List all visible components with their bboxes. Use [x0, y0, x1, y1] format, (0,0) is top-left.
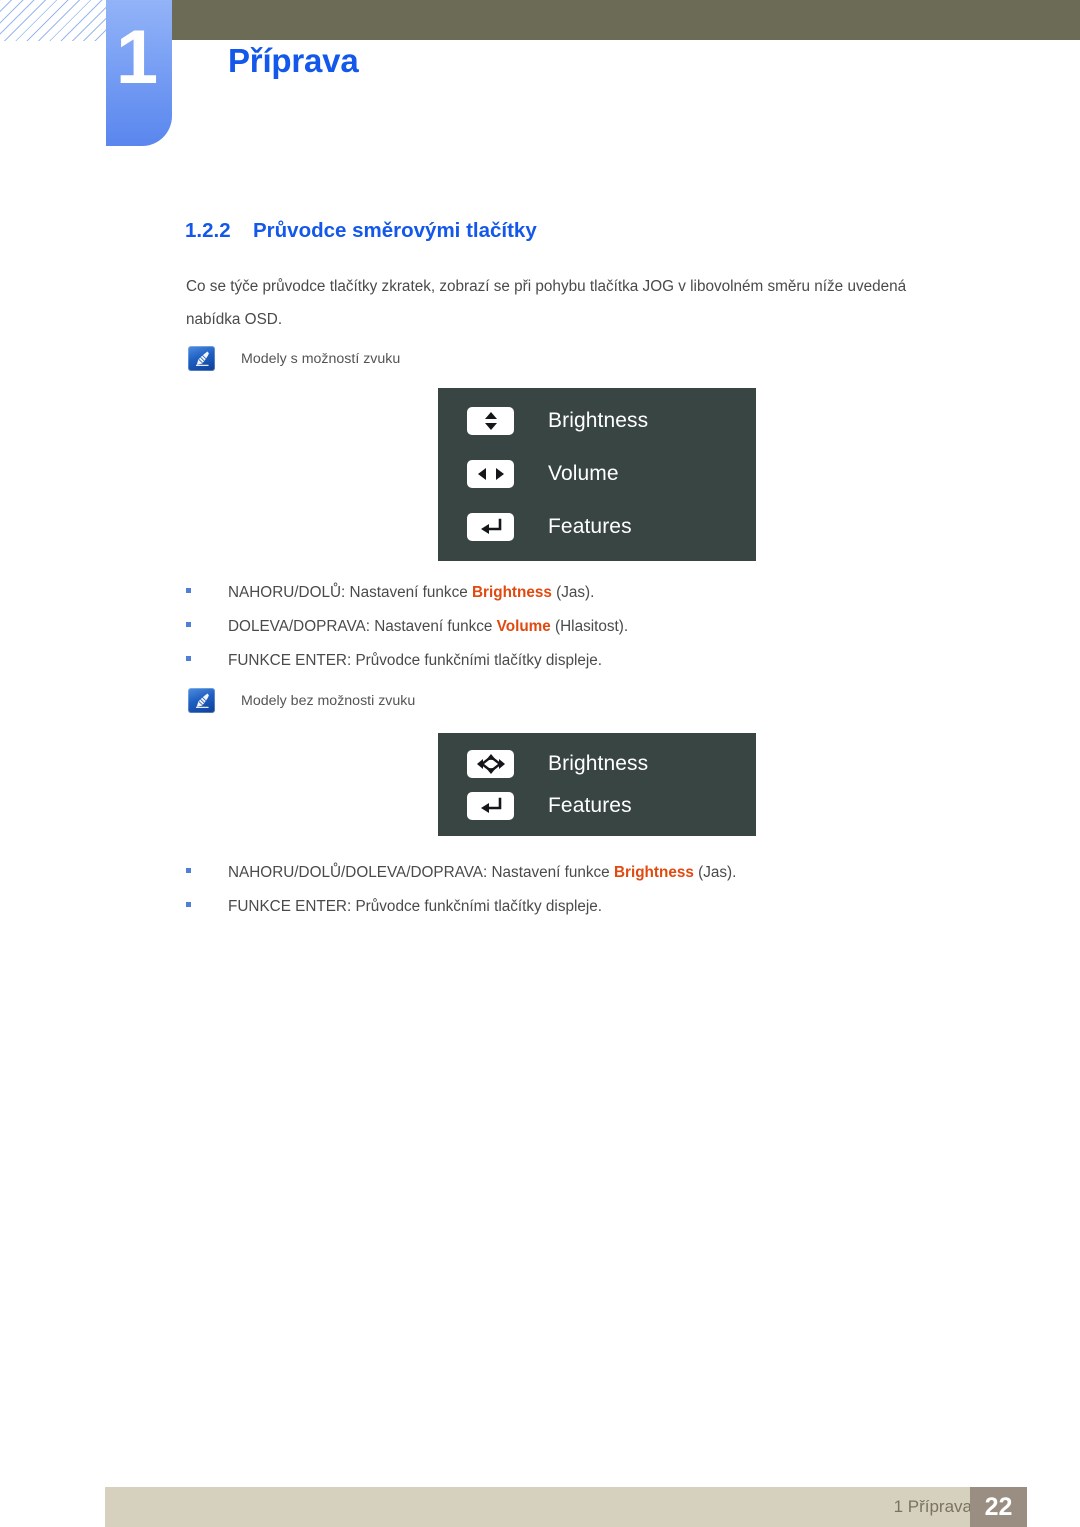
list-item-text: DOLEVA/DOPRAVA: Nastavení funkce Volume … [228, 618, 629, 635]
list-item-text: NAHORU/DOLŮ: Nastavení funkce Brightness… [228, 584, 595, 601]
note-pen-icon-glyph [195, 351, 209, 366]
note-row-with-audio: Modely s možností zvuku [188, 346, 400, 371]
note-row-without-audio: Modely bez možnosti zvuku [188, 688, 415, 713]
bullet-marker [186, 656, 191, 661]
section-heading: 1.2.2 Průvodce směrovými tlačítky [185, 219, 537, 243]
osd-row-features: Features [438, 792, 756, 820]
list-item-text: NAHORU/DOLŮ/DOLEVA/DOPRAVA: Nastavení fu… [228, 864, 737, 881]
four-way-diamond-icon-glyph [476, 754, 505, 774]
osd-row-brightness: Brightness [438, 407, 756, 435]
header-hatch-pattern [0, 0, 107, 41]
up-down-arrow-icon-glyph [484, 412, 497, 430]
note-pen-icon-glyph [195, 693, 209, 708]
osd-row-features: Features [438, 513, 756, 541]
list-item: DOLEVA/DOPRAVA: Nastavení funkce Volume … [186, 610, 628, 644]
highlight-term: Brightness [613, 864, 694, 881]
list-item: FUNKCE ENTER: Průvodce funkčními tlačítk… [186, 644, 628, 678]
list-item: FUNKCE ENTER: Průvodce funkčními tlačítk… [186, 890, 736, 924]
list-item: NAHORU/DOLŮ/DOLEVA/DOPRAVA: Nastavení fu… [186, 856, 736, 890]
osd-label: Brightness [548, 752, 649, 775]
bullet-marker [186, 588, 191, 593]
up-down-arrow-icon[interactable] [467, 407, 514, 435]
list-item-text: FUNKCE ENTER: Průvodce funkčními tlačítk… [228, 652, 603, 669]
list-item: NAHORU/DOLŮ: Nastavení funkce Brightness… [186, 576, 628, 610]
left-right-arrow-icon-glyph [477, 468, 504, 480]
page-number: 22 [984, 1492, 1013, 1521]
enter-return-icon[interactable] [467, 792, 514, 820]
osd-label: Volume [548, 462, 619, 485]
footer-page-number-box: 22 [970, 1487, 1027, 1527]
enter-return-icon-glyph [480, 518, 501, 534]
enter-return-icon-glyph [480, 797, 501, 813]
chapter-number-tab: 1 [106, 0, 172, 146]
note-label: Modely s možností zvuku [241, 350, 401, 367]
section-number: 1.2.2 [185, 219, 231, 242]
section-title: Průvodce směrovými tlačítky [253, 219, 537, 242]
enter-return-icon[interactable] [467, 513, 514, 541]
osd-label: Features [548, 794, 632, 817]
intro-paragraph: Co se týče průvodce tlačítky zkratek, zo… [186, 278, 907, 328]
header-olive-bar [172, 0, 1080, 40]
osd-row-brightness: Brightness [438, 750, 756, 778]
osd-panel-with-audio: Brightness Volume Features [438, 388, 756, 561]
bullet-marker [186, 622, 191, 627]
highlight-term: Brightness [471, 584, 552, 601]
footer-bar [105, 1487, 975, 1527]
bullet-marker [186, 868, 191, 873]
osd-row-volume: Volume [438, 460, 756, 488]
chapter-title: Příprava [228, 42, 359, 79]
osd-panel-without-audio: Brightness Features [438, 733, 756, 836]
osd-label: Brightness [548, 409, 649, 432]
highlight-term: Volume [496, 618, 551, 635]
osd-label: Features [548, 515, 632, 538]
list-item-text: FUNKCE ENTER: Průvodce funkčními tlačítk… [228, 898, 603, 915]
bullets-without-audio: NAHORU/DOLŮ/DOLEVA/DOPRAVA: Nastavení fu… [186, 856, 736, 924]
four-way-diamond-icon[interactable] [467, 750, 514, 778]
bullets-with-audio: NAHORU/DOLŮ: Nastavení funkce Brightness… [186, 576, 628, 678]
chapter-number: 1 [115, 15, 159, 100]
note-pen-icon [188, 346, 215, 371]
left-right-arrow-icon[interactable] [467, 460, 514, 488]
bullet-marker [186, 902, 191, 907]
footer-chapter-label: 1 Příprava [893, 1497, 972, 1516]
note-pen-icon [188, 688, 215, 713]
note-label: Modely bez možnosti zvuku [241, 692, 416, 709]
